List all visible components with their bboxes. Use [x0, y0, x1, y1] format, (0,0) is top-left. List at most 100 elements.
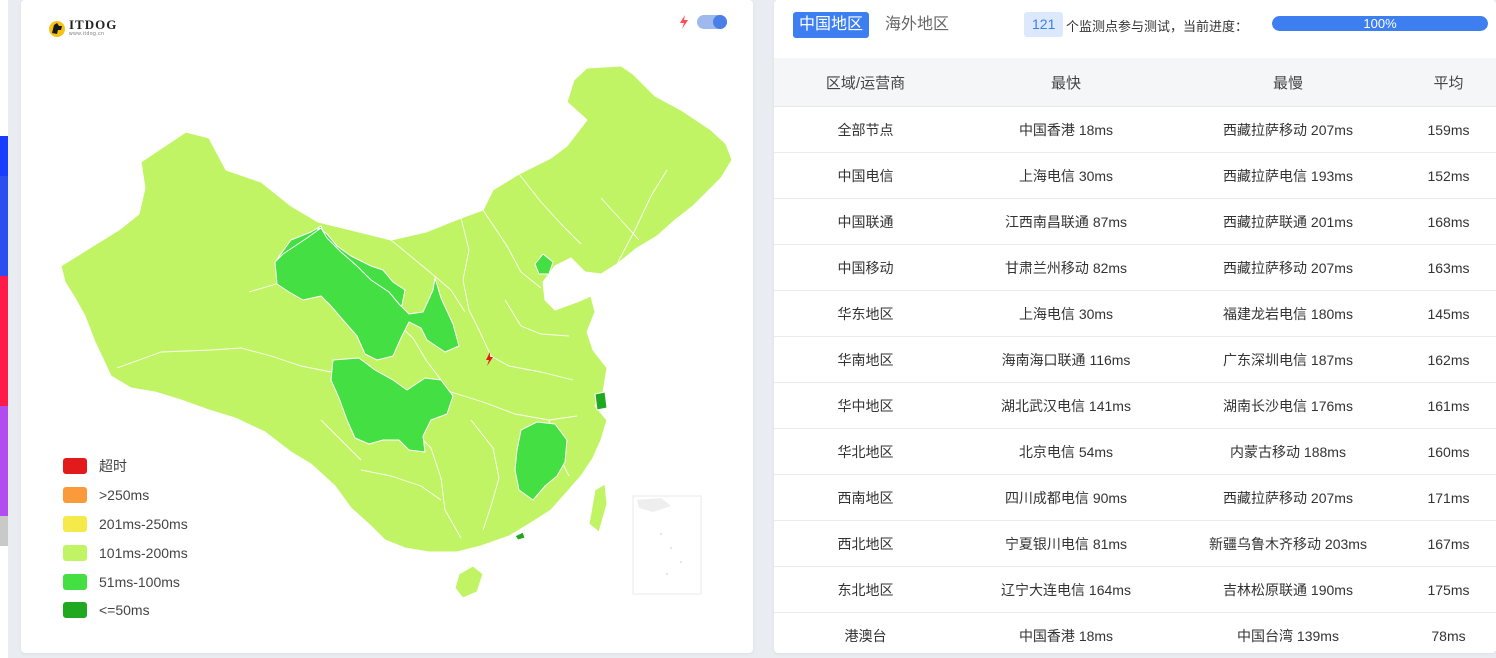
legend-item[interactable]: 51ms-100ms	[63, 567, 188, 596]
cell-region: 中国电信	[837, 167, 894, 184]
cell-slowest: 西藏拉萨电信 193ms	[1223, 167, 1353, 184]
cell-slowest: 湖南长沙电信 176ms	[1223, 397, 1353, 414]
legend-label: 201ms-250ms	[99, 515, 188, 532]
cell-region: 华中地区	[837, 397, 894, 414]
cell-region: 全部节点	[837, 121, 894, 138]
legend-item[interactable]: <=50ms	[63, 596, 188, 625]
cell-slowest: 西藏拉萨移动 207ms	[1223, 259, 1353, 276]
cell-fastest: 宁夏银川电信 81ms	[1004, 535, 1128, 552]
table-row: 中国联通 江西南昌联通 87ms 西藏拉萨联通 201ms 168ms	[774, 199, 1496, 245]
cell-fastest: 江西南昌联通 87ms	[1004, 213, 1128, 230]
legend-label: 101ms-200ms	[99, 544, 188, 561]
progress-description: 个监测点参与测试，当前进度：	[1066, 19, 1249, 34]
monitor-count-badge: 121	[1024, 12, 1064, 37]
south-china-sea-inset	[632, 495, 702, 595]
table-header: 区域/运营商 最快 最慢 平均	[774, 58, 1496, 107]
table-row: 中国电信 上海电信 30ms 西藏拉萨电信 193ms 152ms	[774, 153, 1496, 199]
legend-swatch	[63, 602, 87, 619]
map-region-shanghai[interactable]	[594, 391, 608, 411]
legend-swatch	[63, 487, 87, 504]
legend-swatch	[63, 573, 87, 590]
header-slowest: 最慢	[1272, 74, 1303, 92]
table-row: 西北地区 宁夏银川电信 81ms 新疆乌鲁木齐移动 203ms 167ms	[774, 521, 1496, 567]
table-row: 中国移动 甘肃兰州移动 82ms 西藏拉萨移动 207ms 163ms	[774, 245, 1496, 291]
cell-average: 78ms	[1431, 627, 1466, 644]
latency-legend: 超时 >250ms 201ms-250ms 101ms-200ms 51ms-1…	[63, 452, 188, 625]
cell-fastest: 湖北武汉电信 141ms	[1001, 397, 1131, 414]
cell-fastest: 北京电信 54ms	[1018, 443, 1114, 460]
table-body: 全部节点 中国香港 18ms 西藏拉萨移动 207ms 159ms 中国电信 上…	[774, 107, 1496, 658]
cell-average: 152ms	[1427, 167, 1470, 184]
legend-swatch	[63, 458, 87, 475]
cell-fastest: 辽宁大连电信 164ms	[1001, 581, 1131, 598]
legend-item[interactable]: 201ms-250ms	[63, 510, 188, 539]
tab-china[interactable]: 中国地区	[793, 12, 870, 38]
cell-average: 160ms	[1427, 443, 1470, 460]
cell-slowest: 新疆乌鲁木齐移动 203ms	[1209, 535, 1367, 552]
cell-fastest: 中国香港 18ms	[1018, 627, 1114, 644]
legend-label: 超时	[99, 458, 127, 475]
results-card: 中国地区 海外地区 121 个监测点参与测试，当前进度： 100% 区域/运营商…	[774, 0, 1496, 653]
cell-average: 163ms	[1427, 259, 1470, 276]
tab-overseas[interactable]: 海外地区	[885, 12, 949, 38]
map-card: ITDOG www.itdog.cn 超时 >250ms 201ms-250ms…	[21, 0, 753, 653]
cell-fastest: 甘肃兰州移动 82ms	[1004, 259, 1128, 276]
progress-bar: 100%	[1272, 16, 1488, 31]
cell-region: 西北地区	[837, 535, 894, 552]
cell-slowest: 西藏拉萨联通 201ms	[1223, 213, 1353, 230]
cell-region: 中国联通	[837, 213, 894, 230]
cell-fastest: 中国香港 18ms	[1018, 121, 1114, 138]
map-region-hainan[interactable]	[454, 565, 484, 599]
cell-region: 东北地区	[837, 581, 894, 598]
legend-label: >250ms	[99, 487, 150, 504]
legend-swatch	[63, 515, 87, 532]
cell-average: 145ms	[1427, 305, 1470, 322]
table-row: 华北地区 北京电信 54ms 内蒙古移动 188ms 160ms	[774, 429, 1496, 475]
header-average: 平均	[1433, 74, 1464, 92]
table-row: 全部节点 中国香港 18ms 西藏拉萨移动 207ms 159ms	[774, 107, 1496, 153]
cell-slowest: 福建龙岩电信 180ms	[1223, 305, 1353, 322]
table-row: 西南地区 四川成都电信 90ms 西藏拉萨移动 207ms 171ms	[774, 475, 1496, 521]
cell-slowest: 中国台湾 139ms	[1237, 627, 1339, 644]
legend-label: 51ms-100ms	[99, 573, 180, 590]
table-row: 华南地区 海南海口联通 116ms 广东深圳电信 187ms 162ms	[774, 337, 1496, 383]
cell-slowest: 内蒙古移动 188ms	[1230, 443, 1346, 460]
adjacent-page-edge	[0, 0, 8, 658]
cell-average: 167ms	[1427, 535, 1470, 552]
cell-fastest: 上海电信 30ms	[1018, 305, 1114, 322]
region-tabs: 中国地区 海外地区	[793, 12, 949, 38]
table-row: 华中地区 湖北武汉电信 141ms 湖南长沙电信 176ms 161ms	[774, 383, 1496, 429]
cell-slowest: 广东深圳电信 187ms	[1223, 351, 1353, 368]
cell-region: 华北地区	[837, 443, 894, 460]
cell-slowest: 吉林松原联通 190ms	[1223, 581, 1353, 598]
cell-fastest: 海南海口联通 116ms	[1001, 351, 1131, 368]
table-row: 东北地区 辽宁大连电信 164ms 吉林松原联通 190ms 175ms	[774, 567, 1496, 613]
cell-region: 西南地区	[837, 489, 894, 506]
table-row: 华东地区 上海电信 30ms 福建龙岩电信 180ms 145ms	[774, 291, 1496, 337]
cell-fastest: 四川成都电信 90ms	[1004, 489, 1128, 506]
progress-fill: 100%	[1272, 16, 1488, 31]
cell-region: 华东地区	[837, 305, 894, 322]
legend-swatch	[63, 544, 87, 561]
map-region-hongkong[interactable]	[514, 531, 526, 541]
cell-average: 162ms	[1427, 351, 1470, 368]
cell-average: 161ms	[1427, 397, 1470, 414]
cell-slowest: 西藏拉萨移动 207ms	[1223, 121, 1353, 138]
cell-region: 华南地区	[837, 351, 894, 368]
table-row: 港澳台 中国香港 18ms 中国台湾 139ms 78ms	[774, 613, 1496, 658]
legend-item[interactable]: 101ms-200ms	[63, 538, 188, 567]
cell-average: 175ms	[1427, 581, 1470, 598]
header-fastest: 最快	[1050, 74, 1081, 92]
map-region-taiwan[interactable]	[588, 483, 608, 533]
cell-region: 港澳台	[844, 627, 887, 644]
legend-item[interactable]: 超时	[63, 452, 188, 481]
header-region: 区域/运营商	[825, 74, 906, 92]
cell-average: 171ms	[1427, 489, 1470, 506]
cell-average: 159ms	[1427, 121, 1470, 138]
cell-slowest: 西藏拉萨移动 207ms	[1223, 489, 1353, 506]
legend-label: <=50ms	[99, 602, 150, 619]
cell-region: 中国移动	[837, 259, 894, 276]
cell-average: 168ms	[1427, 213, 1470, 230]
legend-item[interactable]: >250ms	[63, 481, 188, 510]
cell-fastest: 上海电信 30ms	[1018, 167, 1114, 184]
